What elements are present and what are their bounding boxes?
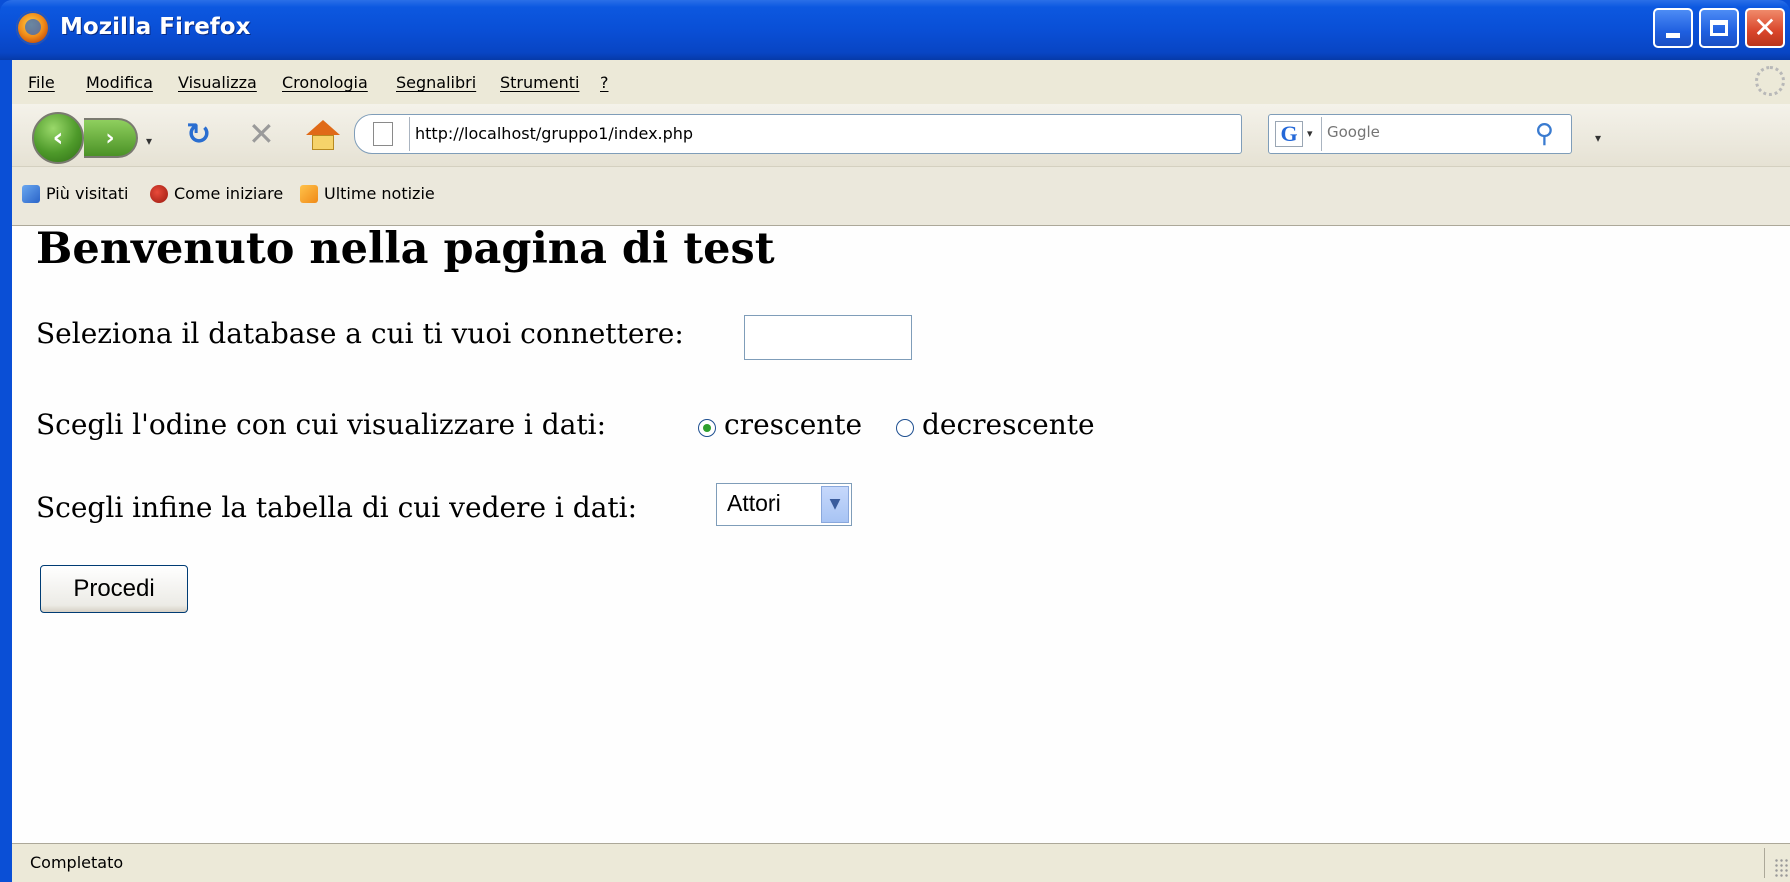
search-box[interactable]: G ▾ ⚲	[1268, 114, 1572, 154]
page-content: Benvenuto nella pagina di test Seleziona…	[12, 224, 1790, 843]
bookmark-label: Più visitati	[46, 184, 129, 203]
forward-arrow-icon: ›	[105, 125, 115, 151]
google-icon[interactable]: G	[1275, 121, 1303, 147]
window-title: Mozilla Firefox	[60, 14, 251, 40]
getting-started-icon	[150, 184, 168, 203]
home-icon-body	[312, 135, 334, 150]
stop-button[interactable]: ✕	[248, 116, 275, 152]
close-icon: ✕	[1753, 11, 1777, 44]
history-dropdown-icon[interactable]: ▾	[146, 134, 152, 148]
title-bar[interactable]: Mozilla Firefox ✕	[0, 0, 1790, 60]
home-button[interactable]	[306, 120, 340, 152]
url-bar[interactable]: http://localhost/gruppo1/index.php ☆ ▾	[354, 114, 1601, 154]
maximize-button[interactable]	[1699, 8, 1739, 48]
search-divider	[1321, 117, 1322, 151]
search-input[interactable]	[1327, 123, 1517, 141]
search-icon[interactable]: ⚲	[1535, 119, 1554, 149]
bookmark-getting-started[interactable]: Come iniziare	[150, 184, 283, 203]
minimize-button[interactable]	[1653, 8, 1693, 48]
home-icon	[306, 120, 340, 135]
bookmark-latest-news[interactable]: Ultime notizie	[300, 184, 435, 203]
page-icon	[373, 122, 393, 146]
throbber-icon	[1755, 66, 1785, 96]
table-select-value: Attori	[727, 490, 781, 516]
url-divider	[409, 117, 410, 151]
chevron-down-icon[interactable]: ▼	[821, 486, 849, 523]
bookmarks-toolbar: Più visitati Come iniziare Ultime notizi…	[12, 166, 1790, 226]
status-text: Completato	[30, 853, 124, 872]
menu-help[interactable]: ?	[600, 73, 609, 92]
menu-segnalibri[interactable]: Segnalibri	[396, 73, 476, 92]
menu-file[interactable]: File	[28, 73, 55, 92]
back-arrow-icon: ‹	[52, 123, 64, 153]
close-button[interactable]: ✕	[1745, 8, 1785, 48]
page-title: Benvenuto nella pagina di test	[36, 224, 775, 274]
bookmark-label: Come iniziare	[174, 184, 284, 203]
order-label: Scegli l'odine con cui visualizzare i da…	[36, 408, 607, 441]
menu-cronologia[interactable]: Cronologia	[282, 73, 368, 92]
maximize-icon	[1710, 20, 1728, 36]
proceed-button[interactable]: Procedi	[40, 565, 188, 613]
reload-button[interactable]: ↻	[186, 118, 211, 152]
browser-window: Mozilla Firefox ✕ File Modifica Visualiz…	[0, 0, 1790, 882]
menu-strumenti[interactable]: Strumenti	[500, 73, 579, 92]
table-label: Scegli infine la tabella di cui vedere i…	[36, 491, 638, 524]
menu-visualizza[interactable]: Visualizza	[178, 73, 257, 92]
firefox-logo-icon	[16, 11, 50, 45]
rss-feed-icon	[300, 184, 318, 203]
bookmark-most-visited[interactable]: Più visitati	[22, 184, 128, 203]
order-descending-label[interactable]: decrescente	[922, 408, 1095, 441]
browser-chrome: File Modifica Visualizza Cronologia Segn…	[12, 60, 1790, 226]
status-divider	[1764, 848, 1765, 878]
database-label: Seleziona il database a cui ti vuoi conn…	[36, 317, 684, 350]
menu-bar: File Modifica Visualizza Cronologia Segn…	[12, 60, 1790, 104]
bookmark-label: Ultime notizie	[324, 184, 435, 203]
url-text[interactable]: http://localhost/gruppo1/index.php	[415, 124, 693, 143]
menu-modifica[interactable]: Modifica	[86, 73, 153, 92]
status-bar: Completato	[12, 843, 1790, 882]
navigation-toolbar: ‹ › ▾ ↻ ✕ http://localhost/gruppo1/index…	[12, 104, 1790, 166]
database-input[interactable]	[744, 315, 912, 360]
order-descending-radio[interactable]	[896, 419, 914, 437]
search-engine-dropdown-icon[interactable]: ▾	[1307, 127, 1313, 140]
order-ascending-radio[interactable]	[698, 419, 716, 437]
order-ascending-label[interactable]: crescente	[724, 408, 862, 441]
forward-button[interactable]: ›	[84, 118, 138, 158]
url-dropdown-icon[interactable]: ▾	[1595, 131, 1601, 145]
minimize-icon	[1666, 32, 1680, 38]
resize-grip-icon[interactable]	[1774, 858, 1788, 878]
table-select[interactable]: Attori ▼	[716, 483, 852, 526]
back-button[interactable]: ‹	[32, 112, 84, 164]
most-visited-icon	[22, 184, 40, 203]
